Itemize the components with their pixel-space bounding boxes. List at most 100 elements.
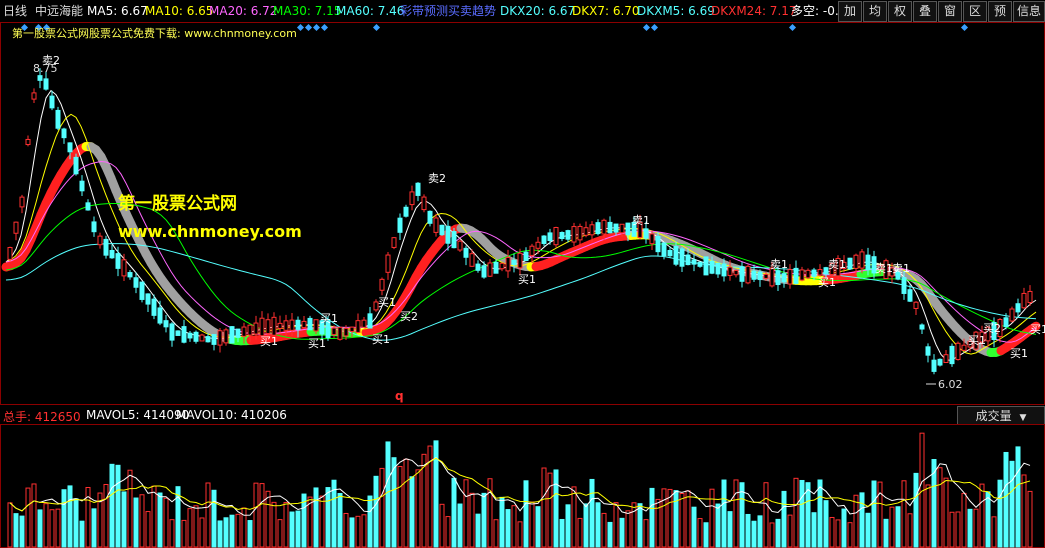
- candle-body: [217, 330, 223, 346]
- candle-body: [283, 320, 289, 331]
- candle-body: [181, 326, 187, 343]
- volume-bar: [127, 469, 133, 548]
- volume-bar: [913, 472, 919, 548]
- overlay-button[interactable]: 叠: [913, 1, 937, 22]
- candle-body: [145, 293, 151, 305]
- candle-body: [361, 319, 367, 328]
- indicator-selector[interactable]: 成交量 ▼: [957, 406, 1045, 426]
- signal-label: 买1: [260, 335, 278, 348]
- volume-bar: [853, 494, 859, 548]
- volume-bar: [565, 504, 571, 548]
- candle-body: [583, 227, 589, 236]
- volume-bar: [7, 502, 13, 548]
- volume-bar: [49, 509, 55, 548]
- volume-bar: [151, 485, 157, 548]
- candle-body: [343, 327, 349, 337]
- candle-body: [73, 156, 79, 175]
- candle-body: [913, 301, 919, 309]
- volume-bar: [289, 511, 295, 548]
- chevron-down-icon: ▼: [1019, 413, 1027, 423]
- candle-body: [925, 346, 931, 356]
- volume-bar: [385, 441, 391, 548]
- volume-bar: [199, 517, 205, 548]
- candle-body: [643, 228, 649, 239]
- candle-body: [1021, 292, 1027, 309]
- forecast-button[interactable]: 预: [988, 1, 1012, 22]
- candle-body: [103, 238, 109, 256]
- candle-body: [595, 222, 601, 235]
- candle-body: [487, 262, 493, 277]
- candle-body: [385, 254, 391, 273]
- candle-body: [397, 217, 403, 233]
- volume-bar: [1009, 460, 1015, 548]
- candle-body: [301, 320, 307, 329]
- candle-body: [433, 217, 439, 233]
- candle-body: [49, 95, 55, 109]
- range-button[interactable]: 区: [963, 1, 987, 22]
- dkxm24-value: DKXM24: 7.17: [711, 4, 797, 18]
- volume-bar: [631, 502, 637, 548]
- high-price-label: 8.75: [33, 62, 58, 75]
- volume-bar: [265, 490, 271, 548]
- watermark-title: 第一股票公式网: [118, 194, 237, 214]
- price-chart[interactable]: 卖2卖2卖1卖1 卖1 卖1 卖1买1 买2买1买1 买1 买1买1 买1买1买2买1买1 8…: [0, 22, 1045, 406]
- volume-bar: [997, 479, 1003, 548]
- candle-body: [157, 307, 163, 324]
- volume-bar: [757, 515, 763, 548]
- volume-bar: [379, 467, 385, 548]
- candle-body: [625, 222, 631, 236]
- volume-bar: [793, 477, 799, 548]
- candle-body: [799, 269, 805, 281]
- cursor-marker: q: [395, 389, 404, 403]
- volume-bar: [973, 508, 979, 548]
- candle-body: [127, 272, 133, 278]
- volume-bar: [319, 495, 325, 548]
- add-button[interactable]: 加: [838, 1, 862, 22]
- volume-bar: [535, 506, 541, 548]
- volume-bar: [511, 505, 517, 548]
- candle-body: [169, 323, 175, 341]
- indicator-header: 日线 中远海能 MA5: 6.67 MA10: 6.65 MA20: 6.72 …: [0, 0, 1045, 22]
- candle-body: [379, 278, 385, 291]
- volume-bar: [847, 522, 853, 548]
- candle-body: [13, 221, 19, 234]
- candle-body: [679, 248, 685, 267]
- volume-bar: [499, 496, 505, 548]
- volume-bar: [865, 512, 871, 548]
- volume-bar: [559, 518, 565, 548]
- volume-chart[interactable]: [0, 424, 1045, 548]
- volume-bar: [661, 488, 667, 548]
- rights-button[interactable]: 权: [888, 1, 912, 22]
- volume-bar: [163, 497, 169, 548]
- volume-bar: [985, 491, 991, 548]
- average-button[interactable]: 均: [863, 1, 887, 22]
- candle-body: [949, 345, 955, 365]
- candle-body: [367, 313, 373, 329]
- signal-label: 买1: [968, 334, 986, 347]
- candle-body: [565, 230, 571, 240]
- volume-bar: [733, 479, 739, 548]
- period-label[interactable]: 日线: [3, 4, 27, 18]
- candle-body: [847, 257, 853, 270]
- volume-bar: [493, 519, 499, 548]
- volume-bar: [361, 514, 367, 548]
- candle-body: [955, 342, 961, 361]
- info-button[interactable]: 信息: [1013, 1, 1045, 22]
- candle-body: [541, 235, 547, 244]
- candle-body: [163, 320, 169, 328]
- volume-bar: [811, 512, 817, 548]
- volume-bar: [109, 463, 115, 548]
- signal-label: 卖1: [828, 258, 846, 271]
- candle-body: [739, 266, 745, 282]
- candle-body: [559, 231, 565, 240]
- volume-bar: [655, 498, 661, 548]
- volume-bar: [721, 479, 727, 548]
- candle-body: [187, 332, 193, 339]
- volume-bar: [343, 512, 349, 548]
- volume-bar: [691, 506, 697, 548]
- volume-bar: [313, 487, 319, 548]
- window-button[interactable]: 窗: [938, 1, 962, 22]
- volume-bar: [727, 511, 733, 548]
- candle-body: [235, 328, 241, 338]
- volume-bar: [235, 513, 241, 548]
